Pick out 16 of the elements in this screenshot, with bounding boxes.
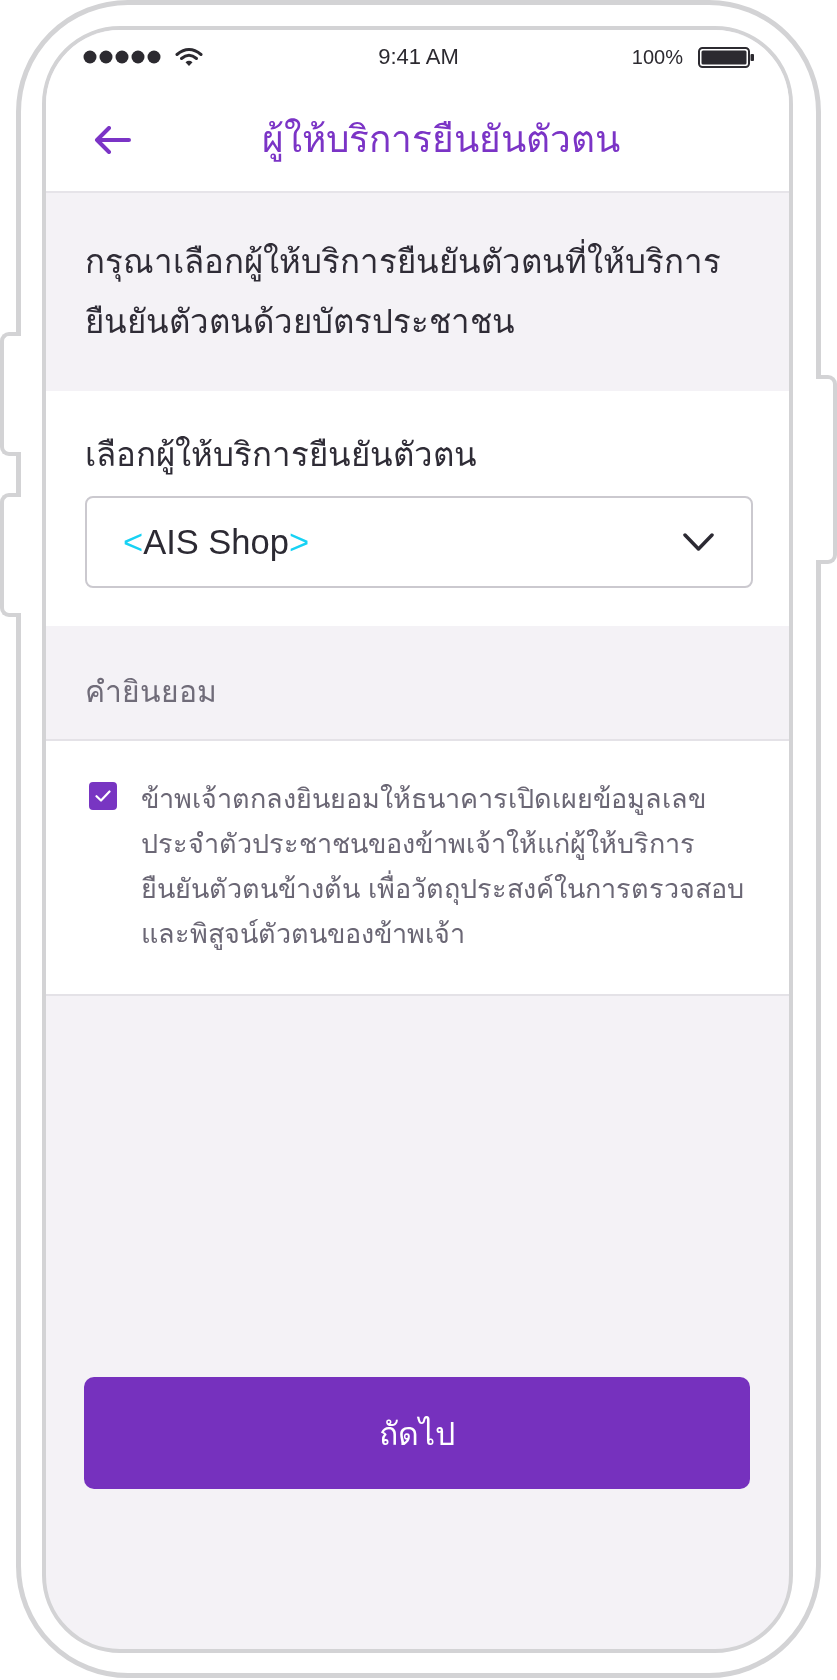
battery-percent: 100% <box>631 45 683 69</box>
wifi-icon <box>175 47 203 67</box>
checkmark-icon <box>95 790 111 802</box>
checkbox[interactable] <box>89 782 117 810</box>
consent-text: ข้าพเจ้าตกลงยินยอมให้ธนาคารเปิดเผยข้อมูลเลขประจำตัวประชาชนของข้าพเจ้าให้แก่ผู้ให้บริการยืนยันตัวตนข้างต้น เพื่อวัตถุประสงค์ในการตรวจสอบและพิสูจน์ตัวตนของข้าพเจ้า <box>141 783 745 952</box>
consent-heading: คำยินยอม <box>85 674 218 710</box>
signal-strength-icon <box>83 50 161 64</box>
battery-icon <box>698 46 754 68</box>
select-label: เลือกผู้ให้บริการยืนยันตัวตน <box>85 435 478 475</box>
next-button[interactable]: ถัดไป <box>84 1377 750 1489</box>
chevron-down-icon <box>683 532 714 552</box>
provider-dropdown[interactable]: <AIS Shop> <box>85 496 753 588</box>
page-title: ผู้ให้บริการยืนยันตัวตน <box>262 117 620 164</box>
instruction-text: กรุณาเลือกผู้ให้บริการยืนยันตัวตนที่ให้บริการยืนยันตัวตนด้วยบัตรประชาชน <box>85 232 753 352</box>
back-arrow-icon[interactable] <box>93 125 131 154</box>
status-time: 9:41 AM <box>378 44 459 70</box>
